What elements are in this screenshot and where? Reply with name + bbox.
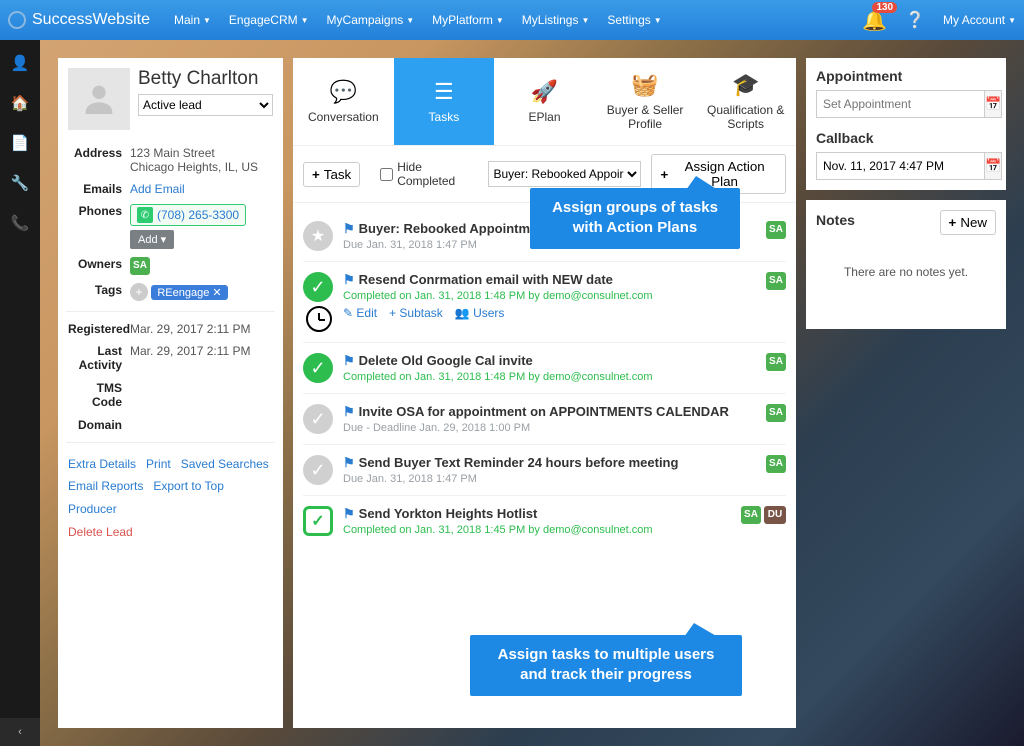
flag-icon: ⚑ — [343, 221, 355, 236]
callout-action-plans: Assign groups of taskswith Action Plans — [530, 188, 740, 249]
saved-searches-link[interactable]: Saved Searches — [181, 457, 269, 471]
calendar-icon[interactable]: 📅 — [985, 90, 1002, 118]
assignee-badge[interactable]: SA — [741, 506, 761, 524]
nav-mycampaigns[interactable]: MyCampaigns▼ — [327, 13, 415, 27]
flag-icon: ⚑ — [343, 455, 355, 470]
appointment-label: Appointment — [816, 68, 996, 84]
assignee-badge[interactable]: SA — [766, 221, 786, 239]
center-panel: 💬Conversation ☰Tasks 🚀EPlan 🧺Buyer & Sel… — [293, 58, 796, 728]
add-task-button[interactable]: + Task — [303, 162, 360, 187]
assignee-badge[interactable]: SA — [766, 353, 786, 371]
phone-number[interactable]: ✆(708) 265-3300 — [130, 204, 246, 226]
assignee-badge[interactable]: SA — [766, 272, 786, 290]
brand-icon — [8, 11, 26, 29]
tasks-icon: ☰ — [434, 79, 454, 105]
assignee-badge[interactable]: DU — [764, 506, 786, 524]
appointment-input[interactable] — [816, 90, 985, 118]
notifications-badge: 130 — [872, 2, 897, 13]
extra-details-link[interactable]: Extra Details — [68, 457, 136, 471]
phone-icon: ✆ — [137, 207, 153, 223]
avatar — [68, 68, 130, 130]
task-row: ✓ ⚑Delete Old Google Cal invite Complete… — [303, 342, 786, 393]
task-checkbox[interactable]: ✓ — [303, 272, 333, 302]
task-checkbox[interactable]: ★ — [303, 221, 333, 251]
nav-engagecrm[interactable]: EngageCRM▼ — [229, 13, 309, 27]
rail-phone-icon[interactable]: 📞 — [11, 214, 30, 232]
new-note-button[interactable]: + New — [940, 210, 996, 235]
task-checkbox[interactable]: ✓ — [303, 353, 333, 383]
task-checkbox[interactable]: ✓ — [303, 506, 333, 536]
notes-empty-text: There are no notes yet. — [816, 235, 996, 319]
right-panel: Appointment 📅 Callback 📅 Notes + New The… — [806, 58, 1006, 728]
nav-mylistings[interactable]: MyListings▼ — [522, 13, 590, 27]
center-tabs: 💬Conversation ☰Tasks 🚀EPlan 🧺Buyer & Sel… — [293, 58, 796, 146]
tab-conversation[interactable]: 💬Conversation — [293, 58, 394, 145]
task-filter-select[interactable]: Buyer: Rebooked Appoir — [488, 161, 641, 187]
tab-eplan[interactable]: 🚀EPlan — [494, 58, 595, 145]
add-phone-button[interactable]: Add ▾ — [130, 230, 174, 249]
assignee-badge[interactable]: SA — [766, 455, 786, 473]
task-checkbox[interactable]: ✓ — [303, 455, 333, 485]
callout-multi-users: Assign tasks to multiple usersand track … — [470, 635, 742, 696]
tab-qualification[interactable]: 🎓Qualification & Scripts — [695, 58, 796, 145]
add-email-link[interactable]: Add Email — [130, 182, 185, 196]
flag-icon: ⚑ — [343, 353, 355, 368]
top-menu: Main▼ EngageCRM▼ MyCampaigns▼ MyPlatform… — [174, 13, 662, 27]
appointment-card: Appointment 📅 Callback 📅 — [806, 58, 1006, 190]
rail-document-icon[interactable]: 📄 — [11, 134, 30, 152]
conversation-icon: 💬 — [330, 79, 357, 105]
delete-lead-link[interactable]: Delete Lead — [68, 525, 133, 539]
task-users-link[interactable]: 👥 Users — [455, 306, 505, 320]
task-row: ✓ ⚑Send Yorkton Heights Hotlist Complete… — [303, 495, 786, 546]
rail-wrench-icon[interactable]: 🔧 — [11, 174, 30, 192]
flag-icon: ⚑ — [343, 506, 355, 521]
graduation-icon: 🎓 — [732, 72, 759, 98]
eplan-icon: 🚀 — [531, 79, 558, 105]
email-reports-link[interactable]: Email Reports — [68, 479, 143, 493]
task-edit-link[interactable]: ✎ Edit — [343, 306, 377, 320]
top-nav: SuccessWebsite Main▼ EngageCRM▼ MyCampai… — [0, 0, 1024, 40]
notes-label: Notes — [816, 212, 855, 228]
nav-myplatform[interactable]: MyPlatform▼ — [432, 13, 504, 27]
assignee-badge[interactable]: SA — [766, 404, 786, 422]
brand-text: SuccessWebsite — [32, 11, 150, 29]
notes-card: Notes + New There are no notes yet. — [806, 200, 1006, 329]
lead-name: Betty Charlton — [138, 68, 273, 90]
rail-home-icon[interactable]: 🏠 — [11, 94, 30, 112]
task-row: ✓ ⚑Invite OSA for appointment on APPOINT… — [303, 393, 786, 444]
lead-panel: Betty Charlton Active lead Address 123 M… — [58, 58, 283, 728]
flag-icon: ⚑ — [343, 272, 355, 287]
hide-completed-toggle[interactable]: Hide Completed — [380, 160, 478, 188]
task-row: ✓ ⚑Send Buyer Text Reminder 24 hours bef… — [303, 444, 786, 495]
nav-settings[interactable]: Settings▼ — [607, 13, 661, 27]
task-row: ✓ ⚑Resend Conrmation email with NEW date… — [303, 261, 786, 342]
owner-badge[interactable]: SA — [130, 257, 150, 275]
add-tag-button[interactable]: + — [130, 283, 148, 301]
help-icon[interactable]: ❔ — [905, 10, 925, 30]
left-rail: 👤 🏠 📄 🔧 📞 — [0, 40, 40, 746]
callback-label: Callback — [816, 130, 996, 146]
print-link[interactable]: Print — [146, 457, 171, 471]
notifications-bell-icon[interactable]: 🔔130 — [862, 8, 887, 33]
rail-collapse-toggle[interactable]: ‹ — [0, 718, 40, 746]
basket-icon: 🧺 — [631, 72, 658, 98]
task-list: ★ ⚑Buyer: Rebooked Appointment Due Jan. … — [293, 203, 796, 554]
task-checkbox[interactable]: ✓ — [303, 404, 333, 434]
flag-icon: ⚑ — [343, 404, 355, 419]
calendar-icon[interactable]: 📅 — [985, 152, 1002, 180]
clock-icon — [306, 306, 332, 332]
tab-tasks[interactable]: ☰Tasks — [394, 58, 495, 145]
my-account-menu[interactable]: My Account▼ — [943, 13, 1016, 27]
lead-status-select[interactable]: Active lead — [138, 94, 273, 116]
callback-input[interactable] — [816, 152, 985, 180]
rail-user-icon[interactable]: 👤 — [11, 54, 30, 72]
brand[interactable]: SuccessWebsite — [8, 11, 150, 29]
task-subtask-link[interactable]: + Subtask — [389, 306, 443, 320]
nav-main[interactable]: Main▼ — [174, 13, 211, 27]
tag-chip[interactable]: REengage ✕ — [151, 285, 227, 300]
tab-profile[interactable]: 🧺Buyer & Seller Profile — [595, 58, 696, 145]
